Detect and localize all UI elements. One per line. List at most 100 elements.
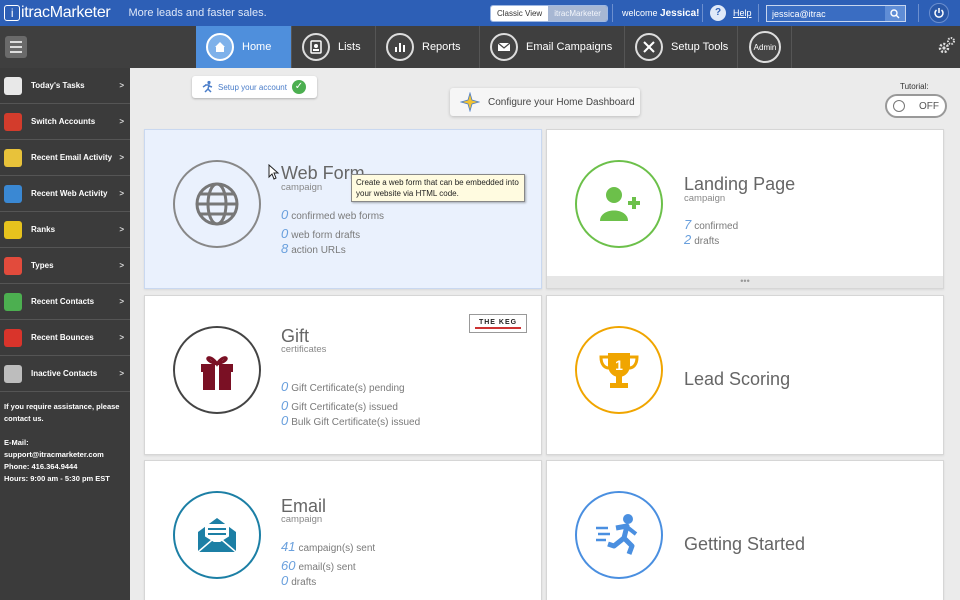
running-man-icon: [202, 80, 213, 93]
search-box: [766, 5, 906, 22]
pin-icon: [4, 328, 22, 347]
sidebar-item[interactable]: Recent Email Activity >: [0, 140, 130, 176]
gift-circle: [173, 326, 261, 414]
gift-icon: [201, 356, 233, 390]
search-input[interactable]: [767, 6, 885, 21]
setup-account-button[interactable]: Setup your account ✓: [192, 76, 317, 98]
sidebar-item[interactable]: Ranks >: [0, 212, 130, 248]
sparkle-icon: [460, 92, 480, 112]
chevron-right-icon: >: [119, 153, 124, 162]
assistance-info: If you require assistance, please contac…: [0, 392, 130, 485]
nav-reports[interactable]: Reports: [376, 26, 480, 68]
landing-page-card[interactable]: Landing Page campaign 7 confirmed 2 drafts…: [546, 129, 944, 289]
inactive-icon: [4, 364, 22, 383]
welcome-text: welcome Jessica!: [622, 8, 700, 19]
contacts-book-icon: [302, 33, 330, 61]
sidebar-item[interactable]: Switch Accounts >: [0, 104, 130, 140]
divider: [918, 4, 919, 22]
contacts-icon: [4, 292, 22, 311]
clipboard-icon: [4, 76, 22, 95]
chevron-right-icon: >: [119, 297, 124, 306]
email-label: E-Mail:: [4, 438, 29, 447]
gift-subtitle: certificates: [281, 344, 327, 355]
welcome-user: Jessica!: [660, 8, 700, 19]
classic-view-button[interactable]: Classic View: [491, 6, 549, 21]
sidebar-item-label: Recent Email Activity: [31, 153, 113, 162]
check-icon: ✓: [291, 80, 306, 94]
lead-scoring-circle: 1: [575, 326, 663, 414]
more-handle[interactable]: •••: [547, 276, 943, 288]
toggle-knob: [893, 100, 905, 112]
support-email-link[interactable]: support@itracmarketer.com: [4, 449, 126, 461]
sidebar-item[interactable]: Inactive Contacts >: [0, 356, 130, 392]
chevron-right-icon: >: [119, 81, 124, 90]
landing-page-stat: 7 confirmed: [684, 217, 739, 232]
keg-logo-text: THE KEG: [478, 318, 518, 326]
bar-chart-icon: [386, 33, 414, 61]
search-button[interactable]: [885, 6, 905, 21]
tools-icon: [635, 33, 663, 61]
brand-logo[interactable]: i itracMarketer: [4, 4, 111, 22]
lead-scoring-title: Lead Scoring: [684, 369, 791, 389]
divider: [702, 4, 703, 22]
welcome-prefix: welcome: [622, 8, 658, 18]
sidebar-item[interactable]: Types >: [0, 248, 130, 284]
configure-dashboard-button[interactable]: Configure your Home Dashboard: [450, 88, 640, 116]
svg-text:1: 1: [615, 357, 623, 373]
gift-stat: 0 Gift Certificate(s) issued: [281, 398, 398, 413]
nav-lists[interactable]: Lists: [292, 26, 376, 68]
web-form-card[interactable]: Web Form campaign 0 confirmed web forms 0…: [144, 129, 542, 289]
sidebar-item[interactable]: Recent Contacts >: [0, 284, 130, 320]
tutorial-state: OFF: [919, 100, 939, 112]
mouse-pointer-icon: [268, 164, 280, 180]
nav-home-label: Home: [242, 41, 272, 53]
nav-setup-tools[interactable]: Setup Tools: [625, 26, 738, 68]
nav-setup-tools-label: Setup Tools: [671, 41, 729, 53]
email-stat: 41 campaign(s) sent: [281, 539, 376, 554]
itrac-view-button[interactable]: itracMarketer: [548, 6, 607, 21]
admin-badge: Admin: [749, 31, 781, 63]
sidebar-item-label: Recent Web Activity: [31, 189, 108, 198]
gift-stat: 0 Gift Certificate(s) pending: [281, 379, 405, 394]
email-campaign-card[interactable]: Email campaign 41 campaign(s) sent 60 emai…: [144, 460, 542, 600]
menu-toggle-button[interactable]: [5, 36, 27, 58]
support-hours: Hours: 9:00 am - 5:30 pm EST: [4, 474, 110, 483]
gift-certificates-card[interactable]: Gift certificates 0 Gift Certificate(s) p…: [144, 295, 542, 455]
chevron-right-icon: >: [119, 225, 124, 234]
running-man-icon: [596, 514, 638, 555]
help-link[interactable]: Help: [733, 8, 752, 18]
the-keg-logo: THE KEG: [469, 314, 527, 333]
web-form-tooltip: Create a web form that can be embedded i…: [351, 174, 525, 202]
sidebar: Today's Tasks > Switch Accounts > Recent Ema…: [0, 68, 130, 600]
nav-email-campaigns[interactable]: Email Campaigns: [480, 26, 625, 68]
power-icon: [934, 8, 944, 18]
nav-home[interactable]: Home: [196, 26, 292, 68]
sidebar-item-label: Switch Accounts: [31, 117, 96, 126]
web-form-stat: 8 action URLs: [281, 241, 346, 256]
logo-mark-icon: i: [4, 5, 20, 21]
landing-page-subtitle: campaign: [684, 193, 726, 204]
email-subtitle: campaign: [281, 514, 323, 525]
sidebar-item-label: Ranks: [31, 225, 56, 234]
sidebar-item[interactable]: Recent Bounces >: [0, 320, 130, 356]
support-phone: Phone: 416.364.9444: [4, 462, 78, 471]
setup-account-label: Setup your account: [218, 82, 287, 92]
tutorial-toggle[interactable]: OFF: [885, 94, 947, 118]
getting-started-card[interactable]: Getting Started: [546, 460, 944, 600]
email-stat: 60 email(s) sent: [281, 558, 356, 573]
sidebar-item[interactable]: Recent Web Activity >: [0, 176, 130, 212]
lead-scoring-card[interactable]: 1 Lead Scoring: [546, 295, 944, 455]
divider: [612, 4, 613, 22]
nav-admin[interactable]: Admin: [738, 26, 792, 68]
settings-gear-icon[interactable]: [936, 36, 956, 56]
help-icon[interactable]: ?: [710, 5, 726, 21]
logout-button[interactable]: [929, 3, 949, 23]
sidebar-item-label: Recent Bounces: [31, 333, 94, 342]
divider: [758, 4, 759, 22]
sidebar-item-label: Inactive Contacts: [31, 369, 98, 378]
landing-page-circle: [575, 160, 663, 248]
sidebar-item-label: Today's Tasks: [31, 81, 85, 90]
envelope-icon: [490, 33, 518, 61]
web-form-stat: 0 web form drafts: [281, 226, 361, 241]
sidebar-item[interactable]: Today's Tasks >: [0, 68, 130, 104]
